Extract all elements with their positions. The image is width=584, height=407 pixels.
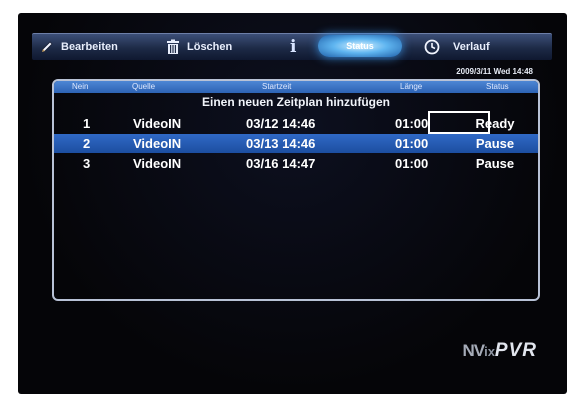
row-source: VideoIN [133,116,182,131]
history-button[interactable]: Verlauf [424,34,490,60]
header-start: Startzeit [262,82,292,91]
focus-highlight [428,111,490,134]
history-label: Verlauf [453,41,490,53]
current-datetime: 2009/3/11 Wed 14:48 [456,67,533,76]
info-icon: i [290,37,297,57]
header-source: Quelle [132,82,156,91]
logo-part-ix: ix [484,344,495,359]
pencil-icon [41,41,53,53]
row-status[interactable]: Pause [462,154,528,173]
table-row-selected[interactable]: 2 VideoIN 03/13 14:46 01:00 Pause [54,134,538,153]
row-start: 03/13 14:46 [246,136,316,151]
table-row[interactable]: 3 VideoIN 03/16 14:47 01:00 Pause [54,154,538,173]
edit-button[interactable]: Bearbeiten [40,34,118,60]
status-button[interactable]: Status [318,35,402,57]
clock-icon [424,39,440,55]
nvix-pvr-logo: NV ix PVR [462,340,537,362]
header-length: Länge [400,82,423,91]
row-length: 01:00 [395,136,429,151]
row-num: 3 [83,156,91,171]
trash-icon [167,39,179,54]
delete-button[interactable]: Löschen [166,34,232,60]
row-status[interactable]: Pause [462,134,528,153]
delete-label: Löschen [187,41,233,53]
header-num: Nein [72,82,89,91]
logo-part-pvr: PVR [494,340,537,361]
header-status: Status [486,82,509,91]
row-source: VideoIN [133,156,182,171]
edit-label: Bearbeiten [61,41,118,53]
top-toolbar: Bearbeiten Löschen i Status Verlauf [32,33,552,60]
logo-part-nv: NV [462,341,485,360]
row-start: 03/12 14:46 [246,116,316,131]
table-header: Nein Quelle Startzeit Länge Status [54,81,538,93]
row-num: 1 [83,116,91,131]
add-schedule-row[interactable]: Einen neuen Zeitplan hinzufügen [54,95,538,109]
tv-screen: Bearbeiten Löschen i Status Verlauf 2009… [18,13,567,394]
row-start: 03/16 14:47 [246,156,316,171]
row-length: 01:00 [395,116,429,131]
row-num: 2 [83,136,91,151]
row-length: 01:00 [395,156,429,171]
row-source: VideoIN [133,136,182,151]
